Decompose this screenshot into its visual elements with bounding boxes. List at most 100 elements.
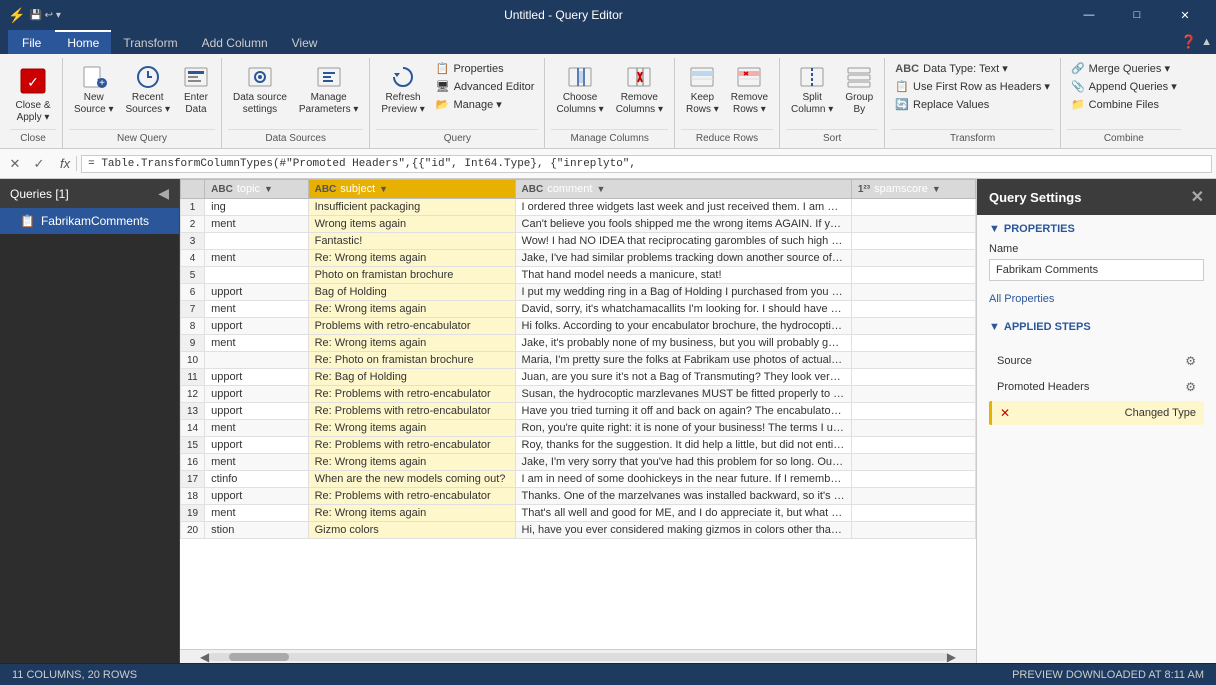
formula-confirm-button[interactable]: ✓ [28, 153, 50, 175]
table-row[interactable]: 2mentWrong items againCan't believe you … [181, 216, 976, 233]
cell-topic [205, 233, 308, 250]
close-button[interactable]: ✕ [1162, 0, 1208, 30]
table-row[interactable]: 7mentRe: Wrong items againDavid, sorry, … [181, 301, 976, 318]
data-table-container[interactable]: ABC topic ▼ ABC subject ▼ [180, 179, 976, 649]
collapse-steps-icon[interactable]: ▼ [989, 321, 1000, 333]
table-row[interactable]: 1ingInsufficient packagingI ordered thre… [181, 199, 976, 216]
cell-subject: Re: Wrong items again [308, 301, 515, 318]
table-row[interactable]: 5Photo on framistan brochureThat hand mo… [181, 267, 976, 284]
table-row[interactable]: 17ctinfoWhen are the new models coming o… [181, 471, 976, 488]
use-first-row-button[interactable]: 📋 Use First Row as Headers ▾ [891, 78, 1054, 95]
table-row[interactable]: 18upportRe: Problems with retro-encabula… [181, 488, 976, 505]
cell-spamscore [851, 301, 975, 318]
group-by-button[interactable]: GroupBy [840, 60, 878, 119]
table-row[interactable]: 13upportRe: Problems with retro-encabula… [181, 403, 976, 420]
collapse-ribbon[interactable]: ▲ [1201, 36, 1212, 48]
step-changed-type[interactable]: ✕ Changed Type [989, 401, 1204, 425]
step-promoted-headers[interactable]: Promoted Headers ⚙ [989, 375, 1204, 399]
table-row[interactable]: 9mentRe: Wrong items againJake, it's pro… [181, 335, 976, 352]
row-number: 4 [181, 250, 205, 267]
remove-columns-button[interactable]: RemoveColumns ▾ [611, 60, 668, 119]
col-header-subject[interactable]: ABC subject ▼ [308, 180, 515, 199]
table-row[interactable]: 11upportRe: Bag of HoldingJuan, are you … [181, 369, 976, 386]
step-source-gear[interactable]: ⚙ [1185, 354, 1196, 368]
table-row[interactable]: 10Re: Photo on framistan brochureMaria, … [181, 352, 976, 369]
tab-view[interactable]: View [280, 30, 330, 54]
scroll-left-arrow[interactable]: ◀ [200, 650, 209, 664]
col-header-spamscore[interactable]: 1²³ spamscore ▼ [851, 180, 975, 199]
minimize-button[interactable]: — [1066, 0, 1112, 30]
data-type-button[interactable]: ABC Data Type: Text ▾ [891, 60, 1054, 77]
table-row[interactable]: 4mentRe: Wrong items againJake, I've had… [181, 250, 976, 267]
settings-header-label: Query Settings [989, 190, 1081, 205]
cell-spamscore [851, 420, 975, 437]
recent-sources-button[interactable]: RecentSources ▾ [120, 60, 174, 119]
cell-topic: stion [205, 522, 308, 539]
advanced-editor-icon: 🖥 [436, 80, 450, 93]
refresh-preview-label: RefreshPreview ▾ [381, 92, 424, 116]
table-row[interactable]: 3Fantastic!Wow! I had NO IDEA that recip… [181, 233, 976, 250]
table-row[interactable]: 14mentRe: Wrong items againRon, you're q… [181, 420, 976, 437]
enter-data-label: EnterData [184, 92, 208, 116]
append-queries-button[interactable]: 📎 Append Queries ▾ [1067, 78, 1181, 95]
topic-dropdown-icon[interactable]: ▼ [264, 184, 273, 194]
table-row[interactable]: 19mentRe: Wrong items againThat's all we… [181, 505, 976, 522]
comment-dropdown-icon[interactable]: ▼ [596, 184, 605, 194]
manage-parameters-button[interactable]: ManageParameters ▾ [294, 60, 363, 119]
step-promoted-headers-gear[interactable]: ⚙ [1185, 380, 1196, 394]
refresh-preview-button[interactable]: RefreshPreview ▾ [376, 60, 429, 119]
row-number: 20 [181, 522, 205, 539]
data-source-settings-button[interactable]: Data sourcesettings [228, 60, 292, 119]
cell-comment: Roy, thanks for the suggestion. It did h… [515, 437, 851, 454]
step-promoted-headers-label: Promoted Headers [997, 381, 1089, 393]
table-row[interactable]: 15upportRe: Problems with retro-encabula… [181, 437, 976, 454]
advanced-editor-button[interactable]: 🖥 Advanced Editor [432, 78, 539, 95]
query-name-input[interactable] [989, 259, 1204, 281]
tab-add-column[interactable]: Add Column [190, 30, 280, 54]
horizontal-scrollbar[interactable]: ◀ ▶ [180, 649, 976, 663]
cell-topic: upport [205, 386, 308, 403]
table-row[interactable]: 20stionGizmo colorsHi, have you ever con… [181, 522, 976, 539]
combine-files-button[interactable]: 📁 Combine Files [1067, 96, 1181, 113]
subject-dropdown-icon[interactable]: ▼ [379, 184, 388, 194]
scroll-right-arrow[interactable]: ▶ [947, 650, 956, 664]
scrollbar-track[interactable] [209, 653, 947, 661]
col-header-topic[interactable]: ABC topic ▼ [205, 180, 308, 199]
tab-transform[interactable]: Transform [111, 30, 189, 54]
query-item-fabrikam[interactable]: 📋 FabrikamComments [0, 208, 179, 234]
collapse-properties-icon[interactable]: ▼ [989, 223, 1000, 235]
formula-input[interactable] [81, 155, 1212, 173]
new-source-button[interactable]: + NewSource ▾ [69, 60, 118, 119]
settings-close-button[interactable]: ✕ [1191, 187, 1204, 207]
properties-button[interactable]: 📋 Properties [432, 60, 539, 77]
merge-queries-button[interactable]: 🔗 Merge Queries ▾ [1067, 60, 1181, 77]
remove-rows-button[interactable]: RemoveRows ▾ [726, 60, 773, 119]
table-row[interactable]: 6upportBag of HoldingI put my wedding ri… [181, 284, 976, 301]
step-source[interactable]: Source ⚙ [989, 349, 1204, 373]
col-header-comment[interactable]: ABC comment ▼ [515, 180, 851, 199]
help-icon[interactable]: ❓ [1181, 34, 1197, 50]
all-properties-link[interactable]: All Properties [989, 293, 1054, 305]
close-apply-button[interactable]: ✓ Close &Apply ▾ [10, 60, 56, 127]
manage-button[interactable]: 📂 Manage ▾ [432, 96, 539, 113]
enter-data-button[interactable]: EnterData [177, 60, 215, 119]
choose-columns-button[interactable]: ChooseColumns ▾ [551, 60, 608, 119]
table-row[interactable]: 8upportProblems with retro-encabulatorHi… [181, 318, 976, 335]
keep-rows-button[interactable]: KeepRows ▾ [681, 60, 724, 119]
tab-home[interactable]: Home [55, 30, 111, 54]
table-row[interactable]: 16mentRe: Wrong items againJake, I'm ver… [181, 454, 976, 471]
split-column-button[interactable]: SplitColumn ▾ [786, 60, 838, 119]
tab-file[interactable]: File [8, 30, 55, 54]
cell-spamscore [851, 318, 975, 335]
scrollbar-thumb[interactable] [229, 653, 289, 661]
cell-subject: Re: Problems with retro-encabulator [308, 488, 515, 505]
cell-subject: Re: Wrong items again [308, 505, 515, 522]
remove-columns-icon [625, 63, 653, 91]
replace-values-button[interactable]: 🔄 Replace Values [891, 96, 1054, 113]
cell-topic: upport [205, 403, 308, 420]
maximize-button[interactable]: □ [1114, 0, 1160, 30]
formula-cancel-button[interactable]: ✕ [4, 153, 26, 175]
table-row[interactable]: 12upportRe: Problems with retro-encabula… [181, 386, 976, 403]
spamscore-dropdown-icon[interactable]: ▼ [932, 184, 941, 194]
queries-collapse-button[interactable]: ◀ [158, 185, 169, 202]
